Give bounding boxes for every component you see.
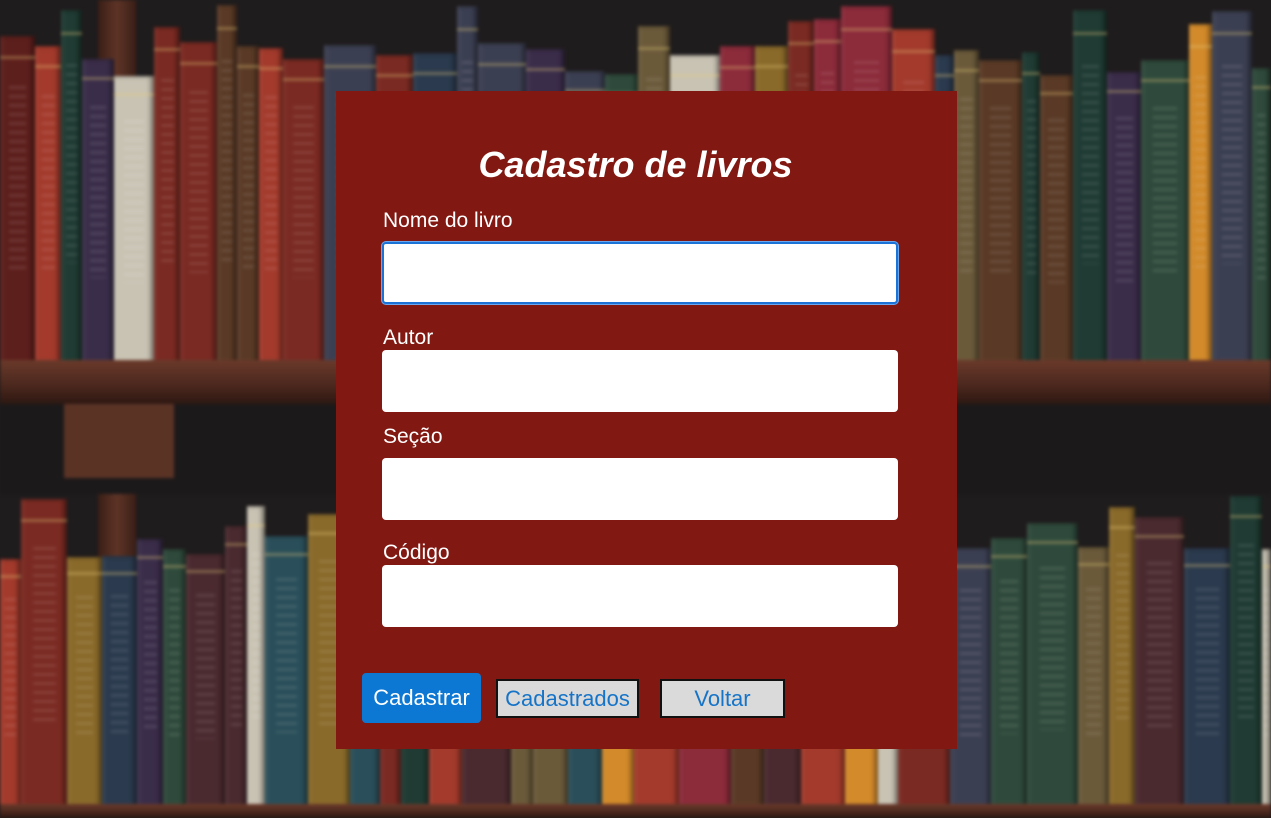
book-spine bbox=[1107, 71, 1141, 372]
book-spine bbox=[1230, 495, 1262, 818]
book-spine bbox=[259, 47, 283, 372]
code-input[interactable] bbox=[382, 565, 898, 627]
book-spine bbox=[1212, 10, 1252, 372]
code-label: Código bbox=[383, 541, 450, 564]
book-spine bbox=[247, 505, 265, 818]
book-spine bbox=[137, 539, 163, 818]
book-spine bbox=[67, 556, 102, 818]
book-spine bbox=[1078, 547, 1109, 818]
book-spine bbox=[1189, 23, 1212, 372]
book-name-input[interactable] bbox=[382, 242, 898, 304]
back-button[interactable]: Voltar bbox=[660, 679, 785, 718]
shelf-board-bottom bbox=[0, 804, 1271, 818]
book-spine bbox=[0, 35, 35, 372]
book-spine bbox=[1184, 547, 1230, 818]
author-input[interactable] bbox=[382, 350, 898, 412]
book-spine bbox=[283, 58, 324, 372]
book-spine bbox=[82, 58, 114, 372]
book-spine bbox=[61, 9, 82, 372]
book-spine bbox=[114, 75, 154, 372]
book-spine bbox=[35, 45, 61, 372]
book-spine bbox=[163, 548, 186, 818]
book-spine bbox=[1022, 52, 1040, 372]
book-spine bbox=[225, 525, 247, 818]
book-spine bbox=[954, 49, 979, 372]
book-spine bbox=[265, 536, 308, 818]
book-spine bbox=[154, 26, 180, 372]
shelf-crate bbox=[64, 404, 174, 478]
form-card bbox=[336, 91, 957, 749]
book-spine bbox=[102, 555, 137, 818]
book-spine bbox=[1262, 548, 1271, 818]
book-name-label: Nome do livro bbox=[383, 209, 513, 232]
book-spine bbox=[991, 537, 1027, 818]
section-input[interactable] bbox=[382, 458, 898, 520]
book-spine bbox=[180, 41, 217, 372]
registered-list-button[interactable]: Cadastrados bbox=[496, 679, 639, 718]
book-spine bbox=[1040, 74, 1073, 372]
book-spine bbox=[237, 45, 259, 372]
book-spine bbox=[0, 559, 21, 818]
book-spine bbox=[979, 60, 1022, 372]
register-button[interactable]: Cadastrar bbox=[362, 673, 481, 723]
book-spine bbox=[1252, 68, 1271, 372]
book-spine bbox=[1141, 60, 1189, 372]
book-spine bbox=[1109, 506, 1135, 818]
section-label: Seção bbox=[383, 425, 443, 448]
book-spine bbox=[1073, 10, 1107, 372]
book-spine bbox=[1135, 517, 1184, 818]
book-spine bbox=[1027, 523, 1078, 818]
book-spine bbox=[186, 554, 225, 818]
book-spine bbox=[21, 499, 67, 818]
author-label: Autor bbox=[383, 326, 434, 349]
book-spine bbox=[217, 4, 237, 372]
